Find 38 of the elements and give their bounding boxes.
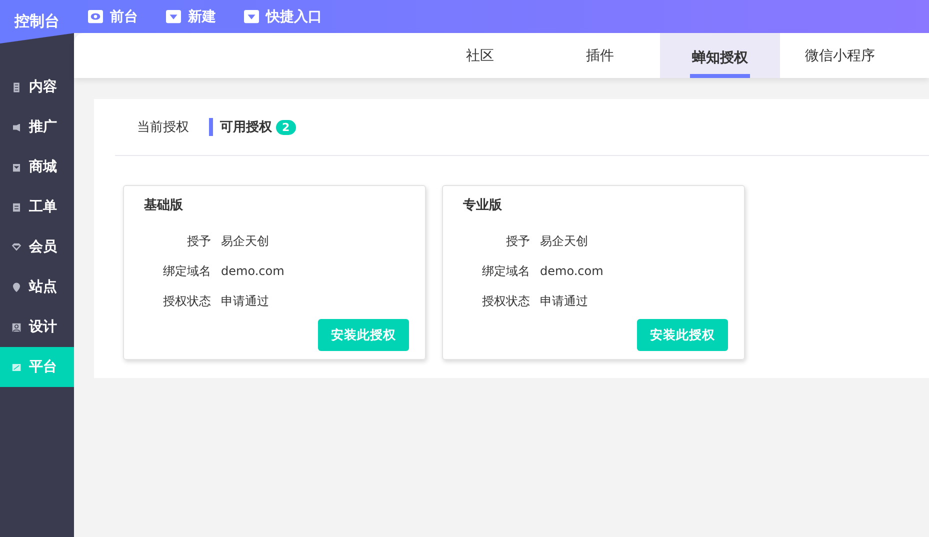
top-link[interactable]: 新建 — [166, 8, 216, 26]
tab[interactable]: 插件 — [540, 33, 660, 78]
field-value: demo.com — [540, 264, 604, 278]
tab[interactable]: 社区 — [420, 33, 540, 78]
field-label: 授予 — [186, 232, 211, 250]
sidebar-item[interactable]: 工单 — [0, 187, 74, 227]
logo-text: 控制台 — [14, 12, 60, 30]
sidebar-item[interactable]: 推广 — [0, 107, 74, 147]
caret-icon — [166, 9, 181, 24]
field-label: 授予 — [505, 232, 530, 250]
sub-tab[interactable]: 当前授权 — [137, 118, 189, 136]
caret-icon — [244, 9, 259, 24]
field-label: 授权状态 — [481, 292, 530, 310]
sidebar-item[interactable]: 设计 — [0, 307, 74, 347]
sidebar-item[interactable]: 站点 — [0, 267, 74, 307]
field-value: 易企天创 — [540, 232, 588, 250]
menu-icon — [10, 280, 23, 294]
tab[interactable]: 蝉知授权 — [660, 33, 780, 78]
field-value: 申请通过 — [221, 292, 269, 310]
menu-icon — [10, 240, 23, 254]
top-link[interactable]: 前台 — [88, 8, 138, 26]
tab[interactable]: 微信小程序 — [780, 33, 900, 78]
eye-icon — [88, 9, 103, 24]
top-link[interactable]: 快捷入口 — [244, 8, 322, 26]
sidebar-item[interactable]: 商城 — [0, 147, 74, 187]
sidebar-item[interactable]: 内容 — [0, 67, 74, 107]
sidebar-item[interactable]: 会员 — [0, 227, 74, 267]
field-label: 绑定域名 — [162, 262, 211, 280]
menu-icon — [10, 200, 23, 214]
card-title: 专业版 — [463, 197, 503, 214]
field-value: demo.com — [221, 264, 284, 278]
field-value: 易企天创 — [221, 232, 269, 250]
menu-icon — [10, 320, 23, 334]
field-value: 申请通过 — [540, 292, 588, 310]
field-label: 授权状态 — [162, 292, 211, 310]
card-title: 基础版 — [144, 197, 184, 214]
field-label: 绑定域名 — [481, 262, 530, 280]
sub-tab[interactable]: 可用授权 2 — [209, 118, 296, 136]
